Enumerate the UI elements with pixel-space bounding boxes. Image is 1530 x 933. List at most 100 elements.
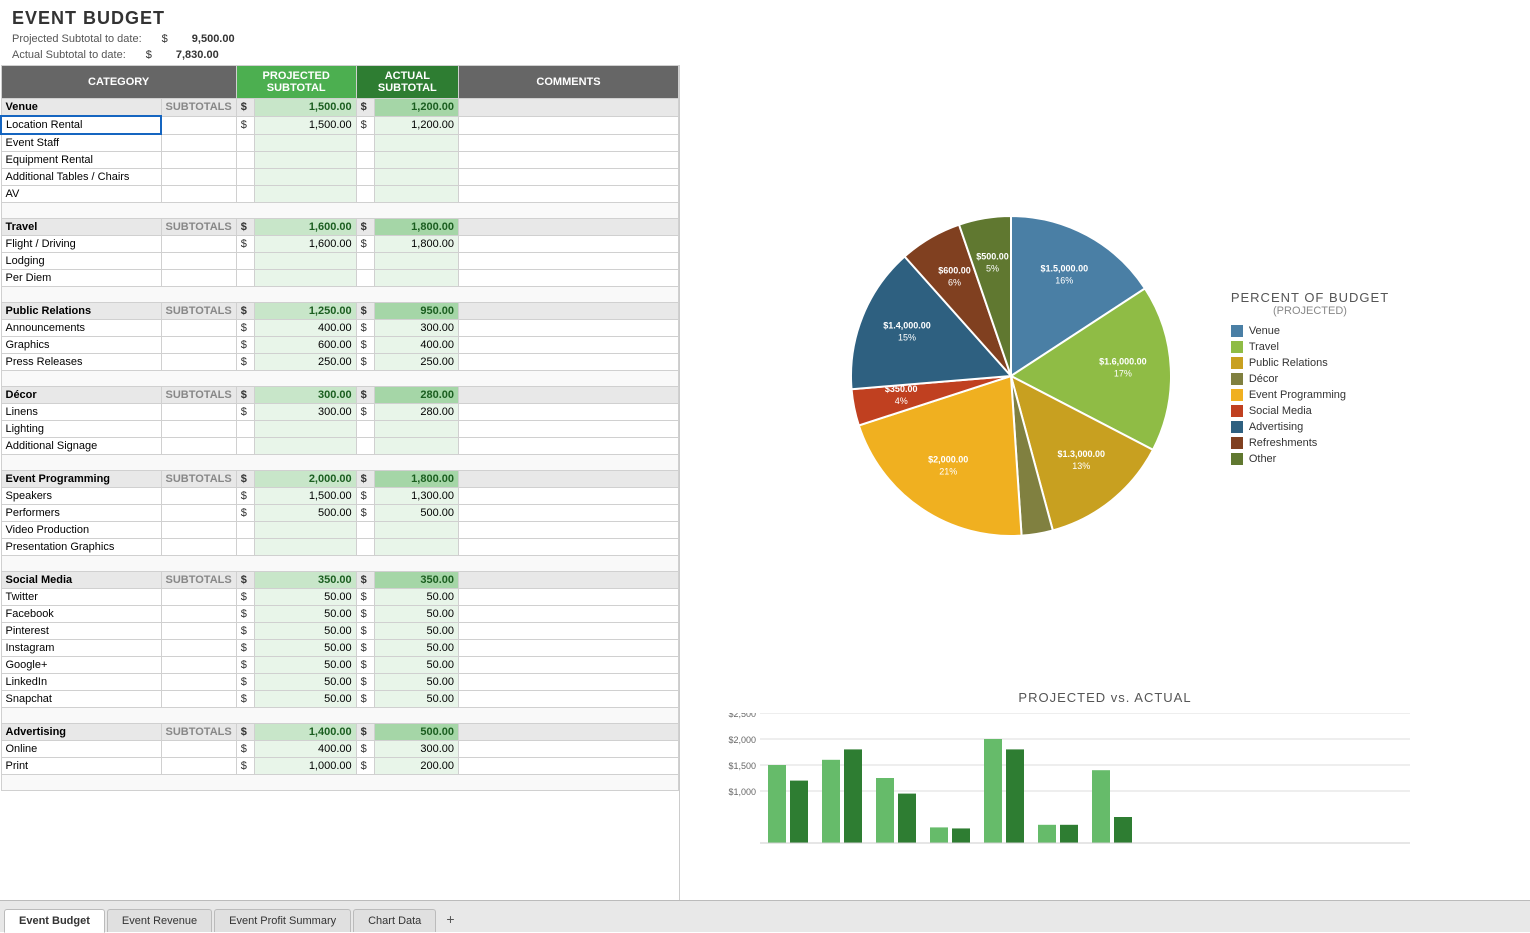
row-name: Performers — [1, 505, 161, 522]
svg-text:6%: 6% — [948, 277, 961, 287]
bar-projected-2 — [876, 778, 894, 843]
tabs-container: Event BudgetEvent RevenueEvent Profit Su… — [4, 909, 436, 932]
table-row[interactable]: Instagram $ 50.00 $ 50.00 — [1, 640, 679, 657]
table-row[interactable]: Location Rental $ 1,500.00 $ 1,200.00 — [1, 116, 679, 134]
svg-text:17%: 17% — [1114, 368, 1132, 378]
actual-subtotal: 1,800.00 — [374, 219, 458, 236]
legend: Venue Travel Public Relations Décor Even… — [1231, 325, 1346, 465]
row-name: Pinterest — [1, 623, 161, 640]
row-actual: 50.00 — [374, 589, 458, 606]
svg-text:$500.00: $500.00 — [976, 252, 1009, 262]
table-row[interactable]: Travel SUBTOTALS $ 1,600.00 $ 1,800.00 — [1, 219, 679, 236]
row-projected: 1,600.00 — [254, 236, 356, 253]
row-actual: 50.00 — [374, 691, 458, 708]
table-row[interactable]: Snapchat $ 50.00 $ 50.00 — [1, 691, 679, 708]
projected-subtotal: 1,400.00 — [254, 724, 356, 741]
table-row[interactable]: Social Media SUBTOTALS $ 350.00 $ 350.00 — [1, 572, 679, 589]
table-row[interactable]: Additional Tables / Chairs — [1, 169, 679, 186]
table-row[interactable]: Décor SUBTOTALS $ 300.00 $ 280.00 — [1, 387, 679, 404]
tab-chart-data[interactable]: Chart Data — [353, 909, 436, 932]
table-row[interactable]: Additional Signage — [1, 438, 679, 455]
bar-projected-1 — [822, 760, 840, 843]
table-row[interactable]: Event Programming SUBTOTALS $ 2,000.00 $… — [1, 471, 679, 488]
table-row[interactable]: Print $ 1,000.00 $ 200.00 — [1, 758, 679, 775]
actual-subtotal: 350.00 — [374, 572, 458, 589]
table-row[interactable]: Facebook $ 50.00 $ 50.00 — [1, 606, 679, 623]
row-name: Graphics — [1, 337, 161, 354]
table-row[interactable]: Press Releases $ 250.00 $ 250.00 — [1, 354, 679, 371]
row-projected: 1,500.00 — [254, 116, 356, 134]
legend-color — [1231, 325, 1243, 337]
bar-projected-0 — [768, 765, 786, 843]
bar-actual-6 — [1114, 817, 1132, 843]
legend-label: Travel — [1249, 341, 1279, 353]
row-actual — [374, 169, 458, 186]
spreadsheet[interactable]: CATEGORY PROJECTED SUBTOTAL ACTUAL SUBTO… — [0, 65, 680, 900]
table-row[interactable]: Graphics $ 600.00 $ 400.00 — [1, 337, 679, 354]
table-row[interactable]: Online $ 400.00 $ 300.00 — [1, 741, 679, 758]
svg-text:13%: 13% — [1072, 461, 1090, 471]
col-header-category: CATEGORY — [1, 66, 236, 99]
legend-item: Venue — [1231, 325, 1346, 337]
table-row[interactable]: AV — [1, 186, 679, 203]
tab-add-button[interactable]: + — [438, 906, 462, 932]
table-row[interactable]: Lodging — [1, 253, 679, 270]
table-row[interactable]: LinkedIn $ 50.00 $ 50.00 — [1, 674, 679, 691]
legend-color — [1231, 421, 1243, 433]
bar-chart: $2,500$2,000$1,500$1,000 — [710, 713, 1410, 868]
legend-label: Social Media — [1249, 405, 1312, 417]
projected-dollar: $ — [162, 33, 168, 45]
table-row[interactable]: Event Staff — [1, 134, 679, 152]
table-row[interactable]: Lighting — [1, 421, 679, 438]
tab-event-budget[interactable]: Event Budget — [4, 909, 105, 933]
section-name: Social Media — [1, 572, 161, 589]
header: EVENT BUDGET Projected Subtotal to date:… — [0, 0, 1530, 65]
table-row[interactable]: Per Diem — [1, 270, 679, 287]
legend-item: Refreshments — [1231, 437, 1346, 449]
row-name: Location Rental — [1, 116, 161, 134]
table-row[interactable]: Google+ $ 50.00 $ 50.00 — [1, 657, 679, 674]
legend-label: Public Relations — [1249, 357, 1328, 369]
empty-row — [1, 287, 679, 303]
legend-label: Other — [1249, 453, 1277, 465]
subtotals-label: SUBTOTALS — [161, 303, 236, 320]
section-name: Venue — [1, 99, 161, 117]
table-row[interactable]: Video Production — [1, 522, 679, 539]
col-header-comments: COMMENTS — [459, 66, 679, 99]
empty-row — [1, 371, 679, 387]
table-row[interactable]: Announcements $ 400.00 $ 300.00 — [1, 320, 679, 337]
table-row[interactable]: Linens $ 300.00 $ 280.00 — [1, 404, 679, 421]
table-row[interactable]: Speakers $ 1,500.00 $ 1,300.00 — [1, 488, 679, 505]
row-projected — [254, 152, 356, 169]
table-row[interactable]: Performers $ 500.00 $ 500.00 — [1, 505, 679, 522]
row-actual — [374, 152, 458, 169]
table-row[interactable]: Presentation Graphics — [1, 539, 679, 556]
actual-subtotal: 280.00 — [374, 387, 458, 404]
table-row[interactable]: Venue SUBTOTALS $ 1,500.00 $ 1,200.00 — [1, 99, 679, 117]
section-name: Public Relations — [1, 303, 161, 320]
pie-title-block: PERCENT OF BUDGET (PROJECTED) — [1231, 290, 1389, 317]
tab-event-revenue[interactable]: Event Revenue — [107, 909, 212, 932]
bar-actual-0 — [790, 781, 808, 843]
table-row[interactable]: Flight / Driving $ 1,600.00 $ 1,800.00 — [1, 236, 679, 253]
row-name: Per Diem — [1, 270, 161, 287]
tab-event-profit-summary[interactable]: Event Profit Summary — [214, 909, 351, 932]
table-row[interactable]: Equipment Rental — [1, 152, 679, 169]
row-name: Flight / Driving — [1, 236, 161, 253]
legend-label: Event Programming — [1249, 389, 1346, 401]
table-row[interactable]: Advertising SUBTOTALS $ 1,400.00 $ 500.0… — [1, 724, 679, 741]
row-actual: 1,800.00 — [374, 236, 458, 253]
row-actual: 300.00 — [374, 320, 458, 337]
table-row[interactable]: Twitter $ 50.00 $ 50.00 — [1, 589, 679, 606]
table-row[interactable]: Public Relations SUBTOTALS $ 1,250.00 $ … — [1, 303, 679, 320]
pie-title: PERCENT OF BUDGET — [1231, 290, 1389, 305]
table-row[interactable]: Pinterest $ 50.00 $ 50.00 — [1, 623, 679, 640]
row-projected: 600.00 — [254, 337, 356, 354]
row-projected: 50.00 — [254, 640, 356, 657]
legend-label: Advertising — [1249, 421, 1303, 433]
bar-actual-3 — [952, 828, 970, 843]
col-header-actual: ACTUAL SUBTOTAL — [356, 66, 458, 99]
row-actual — [374, 186, 458, 203]
legend-color — [1231, 389, 1243, 401]
row-projected — [254, 438, 356, 455]
